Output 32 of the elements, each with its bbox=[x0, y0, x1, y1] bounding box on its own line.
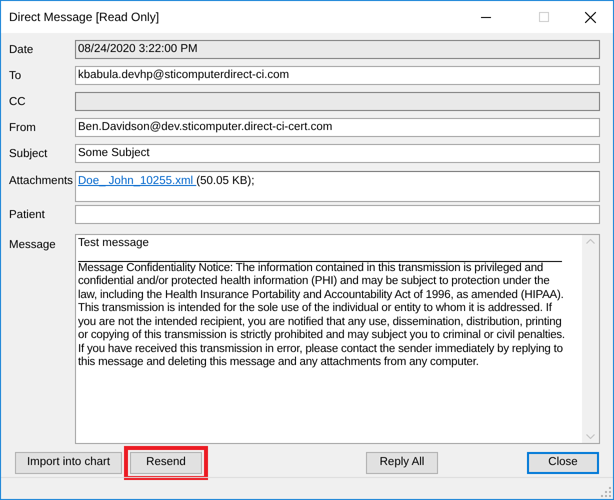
scrollbar[interactable] bbox=[582, 235, 599, 443]
attachment-size: (50.05 KB); bbox=[196, 175, 254, 187]
message-box[interactable] bbox=[75, 234, 600, 444]
input-field[interactable]: 08/24/2020 3:22:00 PM bbox=[75, 40, 600, 59]
window-title: Direct Message [Read Only] bbox=[9, 9, 160, 26]
input-field[interactable]: Ben.Davidson@dev.sticomputer.direct-ci-cert.com bbox=[75, 118, 600, 137]
resize-grip-icon[interactable] bbox=[601, 487, 611, 497]
message-text: Test message bbox=[78, 237, 150, 250]
input-field[interactable] bbox=[75, 205, 600, 224]
maximize-icon bbox=[539, 12, 549, 22]
field-label: Date bbox=[9, 43, 34, 58]
dialog-button[interactable]: Resend bbox=[130, 452, 202, 474]
input-field[interactable]: kbabula.devhp@sticomputerdirect-ci.com bbox=[75, 66, 600, 85]
scroll-down-icon bbox=[586, 434, 595, 439]
confidentiality-notice: Message Confidentiality Notice: The information contained in this transmission is privileged and confidential and/or protected health information (PHI) and may be subject to protection under the law, including the Health Insurance Portability and Accountability Act of 1996, as amended (HIPAA). This transmission is intended for the sole use of the individual or entity to whom it is addressed. If you are not the intended recipient, you are notified that any use, dissemination, distribution, printing or copying of this transmission is strictly prohibited and may subject you to criminal or civil penalties. If you have received this transmission in error, please contact the sender immediately by replying to this message and deleting this message and any attachments from any computer. bbox=[78, 262, 566, 370]
dialog-button[interactable]: Import into chart bbox=[15, 452, 122, 474]
close-icon bbox=[584, 12, 596, 22]
field-label: From bbox=[9, 121, 37, 136]
field-label: Subject bbox=[9, 147, 48, 162]
attachments-field[interactable]: Doe_ John_10255.xml (50.05 KB); bbox=[75, 171, 600, 202]
input-field[interactable]: Some Subject bbox=[75, 144, 600, 163]
field-label: Attachments bbox=[9, 174, 74, 189]
dialog-button[interactable]: Close bbox=[527, 452, 599, 474]
field-label: To bbox=[9, 69, 22, 84]
dialog-button[interactable]: Reply All bbox=[366, 452, 438, 474]
scroll-up-icon bbox=[586, 239, 595, 244]
minimize-icon bbox=[481, 16, 491, 18]
field-label: Message bbox=[9, 238, 57, 253]
field-label: Patient bbox=[9, 208, 46, 223]
attachment-link[interactable]: Doe_ John_10255.xml bbox=[78, 175, 196, 187]
input-field[interactable] bbox=[75, 92, 600, 111]
field-label: CC bbox=[9, 95, 27, 110]
